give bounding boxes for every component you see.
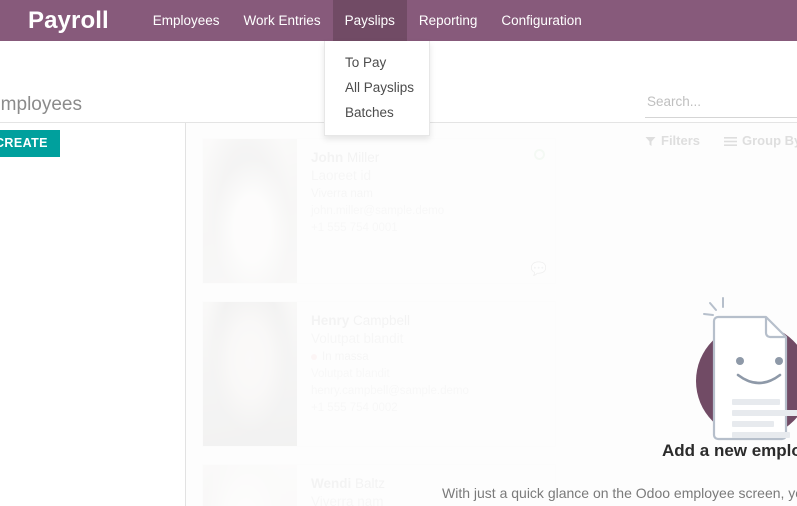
dropdown-item-batches[interactable]: Batches: [325, 100, 429, 125]
kanban-card-employee[interactable]: John Miller Laoreet id Viverra nam john.…: [202, 138, 556, 284]
status-ring-icon: [534, 149, 545, 160]
navbar-menu: Employees Work Entries Payslips Reportin…: [141, 0, 594, 41]
filters-label: Filters: [661, 133, 701, 148]
employee-info: Henry Campbell Volutpat blandit In massa…: [297, 302, 555, 446]
employee-email[interactable]: john.miller@sample.demo: [311, 203, 543, 220]
left-sidebar-pane: [0, 123, 186, 506]
chat-bubble-icon[interactable]: 💬: [531, 262, 547, 275]
top-navbar: Payroll Employees Work Entries Payslips …: [0, 0, 797, 41]
group-by-label: Group By: [742, 133, 797, 148]
employee-info: John Miller Laoreet id Viverra nam john.…: [297, 139, 555, 283]
employee-name: John Miller: [311, 150, 380, 165]
employee-role: Laoreet id: [311, 168, 372, 183]
employee-tag: Viverra nam: [311, 185, 543, 203]
kanban-card-employee[interactable]: Henry Campbell Volutpat blandit In massa…: [202, 301, 556, 447]
list-icon: [724, 135, 738, 146]
odoo-payroll-window: Payroll Employees Work Entries Payslips …: [0, 0, 797, 506]
dropdown-item-all-payslips[interactable]: All Payslips: [325, 75, 429, 100]
filters-button[interactable]: Filters: [645, 133, 700, 148]
employee-email[interactable]: henry.campbell@sample.demo: [311, 383, 543, 400]
employee-info: Wendi Baltz Viverra nam Laoreet id Volut…: [297, 465, 555, 506]
group-by-button[interactable]: Group By: [724, 133, 797, 148]
dropdown-item-to-pay[interactable]: To Pay: [325, 50, 429, 75]
create-button[interactable]: CREATE: [0, 130, 60, 157]
nav-item-employees[interactable]: Employees: [141, 0, 232, 41]
employee-name: Wendi Baltz: [311, 476, 386, 491]
employee-role: Volutpat blandit: [311, 331, 404, 346]
nav-item-configuration[interactable]: Configuration: [489, 0, 593, 41]
nav-item-work-entries[interactable]: Work Entries: [232, 0, 333, 41]
control-panel-buttons: Filters Group By: [645, 133, 797, 148]
search-bar[interactable]: [645, 93, 797, 118]
kanban-card-grid: John Miller Laoreet id Viverra nam john.…: [186, 123, 797, 506]
status-dot-icon: [311, 354, 317, 360]
search-input[interactable]: [645, 93, 797, 110]
nav-item-payslips[interactable]: Payslips: [332, 0, 407, 41]
employee-tag-label: Viverra nam: [311, 188, 373, 200]
employee-photo: [203, 139, 297, 283]
employee-photo: [203, 465, 297, 506]
employee-tag: In massa: [311, 348, 543, 366]
nav-item-reporting[interactable]: Reporting: [407, 0, 490, 41]
employee-phone[interactable]: +1 555 754 0002: [311, 400, 543, 417]
employee-extra: Volutpat blandit: [311, 368, 390, 380]
employee-photo: [203, 302, 297, 446]
app-brand-payroll[interactable]: Payroll: [0, 0, 109, 41]
employee-role: Viverra nam: [311, 494, 384, 506]
employee-name: Henry Campbell: [311, 313, 411, 328]
employee-tag-label: In massa: [322, 351, 369, 363]
kanban-card-employee[interactable]: Wendi Baltz Viverra nam Laoreet id Volut…: [202, 464, 556, 506]
payslips-dropdown-menu: To Pay All Payslips Batches: [324, 41, 430, 136]
employee-phone[interactable]: +1 555 754 0001: [311, 220, 543, 237]
breadcrumb[interactable]: Employees: [0, 94, 82, 116]
filter-icon: [645, 135, 656, 146]
kanban-content-area[interactable]: John Miller Laoreet id Viverra nam john.…: [186, 123, 797, 506]
